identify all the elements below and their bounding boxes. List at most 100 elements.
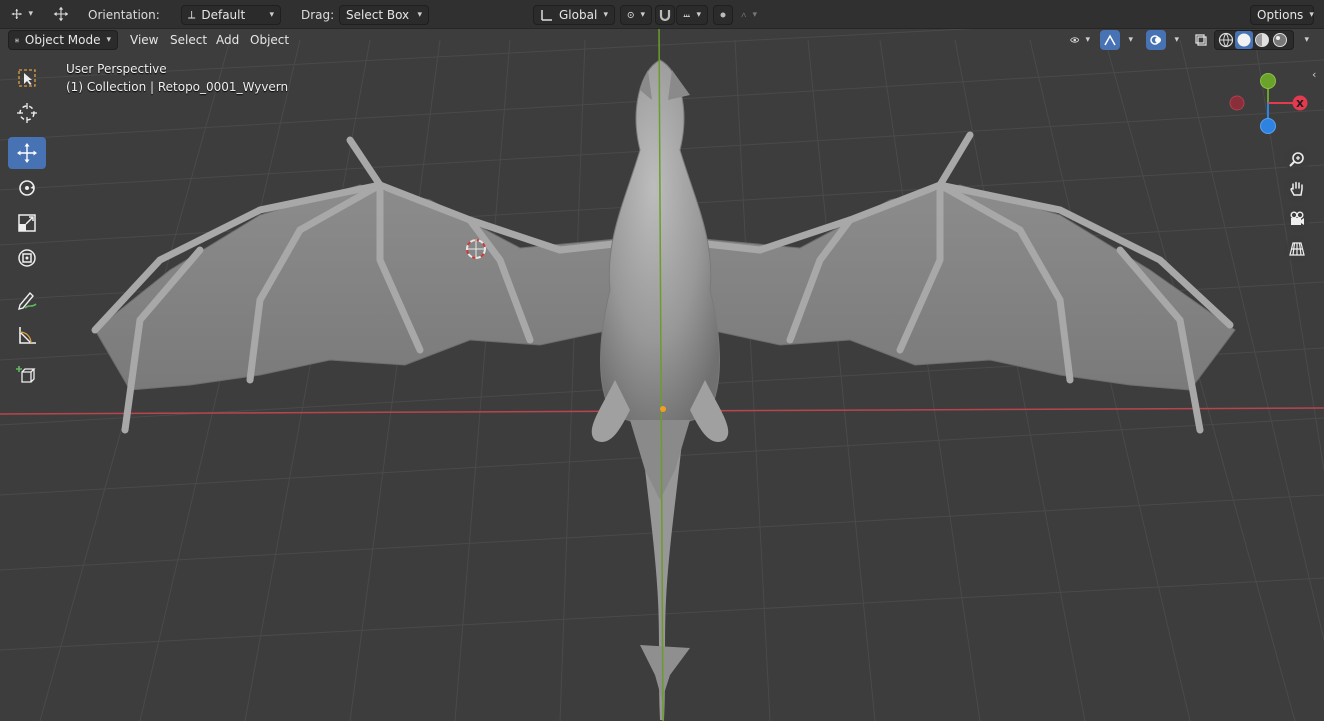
rotate-icon bbox=[19, 180, 35, 196]
falloff-dropdown[interactable]: ▾ bbox=[734, 5, 764, 25]
orientation-icon: ⟂ bbox=[188, 8, 196, 21]
camera-icon bbox=[1290, 211, 1304, 225]
gizmo-dropdown[interactable]: ▾ bbox=[1120, 30, 1138, 50]
gizmo-y-axis bbox=[1260, 73, 1276, 89]
move-tool-icon bbox=[11, 8, 22, 20]
proportional-editing-toggle[interactable] bbox=[713, 5, 733, 25]
proportional-edit-icon bbox=[720, 12, 726, 18]
overlays-icon bbox=[1150, 35, 1161, 45]
scale-icon bbox=[18, 214, 36, 232]
global-axes-icon bbox=[541, 10, 552, 21]
measure-tool[interactable] bbox=[8, 319, 46, 351]
chevron-down-icon: ▾ bbox=[269, 10, 274, 20]
add-cube-tool[interactable] bbox=[8, 359, 46, 391]
pivot-point-icon bbox=[627, 11, 634, 19]
view-name: User Perspective bbox=[66, 62, 167, 76]
chevron-down-icon: ▾ bbox=[1174, 35, 1179, 45]
orientation-dropdown[interactable]: ⟂ Default ▾ bbox=[181, 5, 281, 25]
sidebar-toggle-icon[interactable]: ‹ bbox=[1312, 68, 1316, 81]
pivot-point-dropdown[interactable]: ▾ bbox=[620, 5, 652, 25]
perspective-toggle-button[interactable] bbox=[1284, 236, 1310, 262]
orientation-value: Default bbox=[201, 8, 246, 22]
3d-cursor bbox=[466, 239, 486, 259]
pan-button[interactable] bbox=[1284, 176, 1310, 202]
gizmo-x-label: X bbox=[1296, 99, 1304, 110]
options-label: Options bbox=[1257, 8, 1304, 22]
mode-value: Object Mode bbox=[24, 33, 101, 47]
navigation-gizmo[interactable]: X bbox=[1226, 70, 1316, 140]
visibility-dropdown[interactable]: ▾ bbox=[1063, 30, 1097, 50]
snap-target-dropdown[interactable]: ▾ bbox=[676, 5, 708, 25]
transform-icon bbox=[18, 249, 36, 267]
tool-dropdown[interactable]: ▾ bbox=[4, 4, 40, 24]
chevron-down-icon: ▾ bbox=[417, 10, 422, 20]
chevron-down-icon: ▾ bbox=[28, 9, 33, 19]
menu-add[interactable]: Add bbox=[210, 30, 245, 50]
transform-orientation-dropdown[interactable]: Global ▾ bbox=[533, 5, 615, 25]
gizmo-icon bbox=[1104, 34, 1116, 46]
grid-perspective-icon bbox=[1289, 242, 1305, 256]
menu-view[interactable]: View bbox=[124, 30, 164, 50]
scale-tool[interactable] bbox=[8, 207, 46, 239]
overlays-dropdown[interactable]: ▾ bbox=[1166, 30, 1184, 50]
viewport-canvas[interactable] bbox=[0, 0, 1324, 721]
eye-icon bbox=[1070, 37, 1080, 43]
annotate-icon bbox=[18, 291, 37, 310]
snap-toggle[interactable] bbox=[655, 5, 675, 25]
transform-orientation-value: Global bbox=[559, 8, 598, 22]
magnet-icon bbox=[659, 10, 671, 22]
rendered-shading-icon[interactable] bbox=[1271, 31, 1289, 49]
gizmo-neg-x-axis bbox=[1229, 95, 1245, 111]
annotate-tool[interactable] bbox=[8, 284, 46, 316]
xray-toggle[interactable] bbox=[1191, 30, 1211, 50]
transform-tool[interactable] bbox=[8, 242, 46, 274]
hand-icon bbox=[1290, 181, 1303, 196]
chevron-down-icon: ▾ bbox=[1304, 35, 1309, 45]
chevron-down-icon: ▾ bbox=[640, 10, 645, 20]
3d-viewport[interactable] bbox=[0, 0, 1324, 721]
camera-view-button[interactable] bbox=[1284, 206, 1310, 232]
drag-dropdown[interactable]: Select Box ▾ bbox=[339, 5, 429, 25]
tool-settings-header: ▾ Orientation: ⟂ Default ▾ Drag: Select … bbox=[0, 0, 1324, 29]
overlays-toggle[interactable] bbox=[1146, 30, 1166, 50]
measure-icon bbox=[19, 327, 36, 344]
zoom-button[interactable] bbox=[1284, 146, 1310, 172]
chevron-down-icon: ▾ bbox=[696, 10, 701, 20]
chevron-down-icon: ▾ bbox=[752, 10, 757, 20]
shading-buttons bbox=[1214, 30, 1294, 50]
menu-object[interactable]: Object bbox=[244, 30, 295, 50]
rotate-tool[interactable] bbox=[8, 172, 46, 204]
collection-info: (1) Collection | Retopo_0001_Wyvern bbox=[66, 80, 289, 94]
chevron-down-icon: ▾ bbox=[1128, 35, 1133, 45]
wireframe-shading-icon[interactable] bbox=[1217, 31, 1235, 49]
move-icon bbox=[17, 143, 37, 163]
chevron-down-icon: ▾ bbox=[603, 10, 608, 20]
add-cube-icon bbox=[16, 366, 36, 383]
gizmo-toggle[interactable] bbox=[1100, 30, 1120, 50]
gizmo-z-axis bbox=[1260, 118, 1276, 134]
drag-label: Drag: bbox=[301, 8, 335, 22]
chevron-down-icon: ▾ bbox=[1085, 35, 1090, 45]
cursor-icon bbox=[17, 103, 37, 123]
transform-pivot-button[interactable] bbox=[46, 1, 76, 27]
material-shading-icon[interactable] bbox=[1253, 31, 1271, 49]
chevron-down-icon: ▾ bbox=[106, 35, 111, 45]
select-box-icon bbox=[18, 69, 36, 87]
options-dropdown[interactable]: Options ▾ bbox=[1250, 5, 1314, 25]
move-icon bbox=[53, 6, 69, 22]
drag-value: Select Box bbox=[346, 8, 410, 22]
menu-select[interactable]: Select bbox=[164, 30, 213, 50]
chevron-down-icon: ▾ bbox=[1309, 10, 1314, 20]
shading-dropdown[interactable]: ▾ bbox=[1296, 30, 1314, 50]
xray-icon bbox=[1195, 34, 1207, 46]
move-tool[interactable] bbox=[8, 137, 46, 169]
select-box-tool[interactable] bbox=[8, 62, 46, 94]
cursor-tool[interactable] bbox=[8, 97, 46, 129]
orientation-label: Orientation: bbox=[88, 8, 160, 22]
origin-point bbox=[660, 406, 666, 412]
mode-dropdown[interactable]: Object Mode ▾ bbox=[8, 30, 118, 50]
zoom-icon bbox=[1289, 152, 1304, 167]
solid-shading-icon[interactable] bbox=[1235, 31, 1253, 49]
snap-increment-icon bbox=[683, 14, 690, 17]
object-mode-icon bbox=[15, 38, 19, 42]
